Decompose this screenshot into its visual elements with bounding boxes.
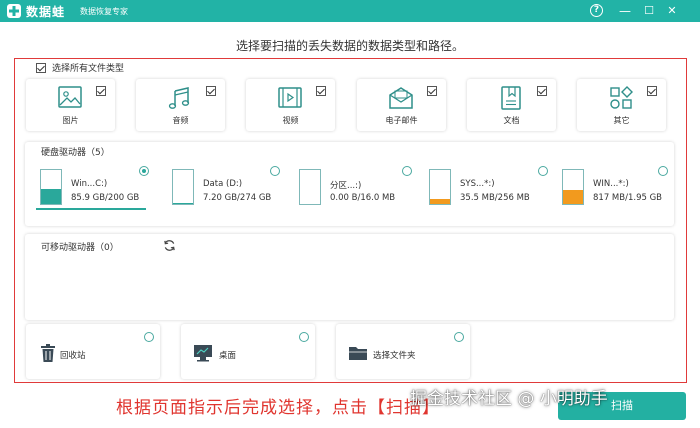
select-all-row[interactable]: 选择所有文件类型 — [36, 61, 124, 74]
removable-drive-section — [25, 234, 674, 320]
instruction-caption: 根据页面指示后完成选择，点击【扫描】 — [116, 398, 440, 418]
type-label-image: 图片 — [62, 116, 79, 125]
type-card-email[interactable]: 电子邮件 — [357, 79, 446, 131]
music-icon — [168, 87, 190, 109]
drive-partition-radio[interactable] — [402, 166, 412, 176]
drive-d-radio[interactable] — [270, 166, 280, 176]
type-checkbox-audio[interactable] — [206, 86, 216, 96]
select-all-label: 选择所有文件类型 — [52, 64, 125, 74]
document-icon — [501, 86, 521, 110]
drive-size: 85.9 GB/200 GB — [71, 193, 140, 203]
type-label-email: 电子邮件 — [385, 116, 418, 125]
location-label: 桌面 — [219, 351, 237, 361]
drive-d-icon — [172, 169, 194, 205]
type-card-image[interactable]: 图片 — [26, 79, 115, 131]
type-label-document: 文档 — [503, 116, 520, 125]
location-select-folder[interactable]: 选择文件夹 — [336, 324, 470, 379]
type-card-video[interactable]: 视频 — [246, 79, 335, 131]
page-instruction: 选择要扫描的丢失数据的数据类型和路径。 — [235, 39, 464, 53]
drive-item-sys[interactable]: SYS...*:) 35.5 MB/256 MB — [425, 167, 555, 211]
type-card-document[interactable]: 文档 — [467, 79, 556, 131]
type-checkbox-email[interactable] — [427, 86, 437, 96]
type-checkbox-video[interactable] — [316, 86, 326, 96]
drive-name: WIN...*:) — [593, 179, 629, 189]
minimize-button[interactable]: — — [617, 3, 633, 19]
hard-drive-title: 硬盘驱动器（5） — [41, 148, 110, 158]
drive-size: 0.00 B/16.0 MB — [330, 193, 396, 203]
watermark: 掘金技术社区 @ 小明助手 — [410, 389, 608, 409]
drive-c-icon — [40, 169, 62, 205]
drive-size: 35.5 MB/256 MB — [460, 193, 530, 203]
drive-name: Win...C:) — [71, 179, 108, 189]
drive-name: SYS...*:) — [460, 179, 495, 189]
drive-win-radio[interactable] — [658, 166, 668, 176]
select-folder-radio[interactable] — [454, 332, 464, 342]
drive-name: Data (D:) — [203, 179, 243, 189]
type-label-other: 其它 — [613, 116, 630, 125]
drive-c-radio[interactable] — [139, 166, 149, 176]
close-button[interactable]: ✕ — [664, 3, 680, 19]
select-all-checkbox[interactable] — [36, 62, 46, 73]
video-icon — [278, 87, 302, 108]
desktop-icon — [194, 345, 212, 362]
type-card-other[interactable]: 其它 — [577, 79, 666, 131]
type-checkbox-other[interactable] — [647, 86, 657, 96]
other-icon — [610, 86, 633, 109]
location-label: 回收站 — [60, 351, 86, 361]
drive-item-win[interactable]: WIN...*:) 817 MB/1.95 GB — [558, 167, 688, 211]
type-checkbox-document[interactable] — [537, 86, 547, 96]
title-bar: 数据蛙 数据恢复专家 ? — ☐ ✕ — [0, 0, 700, 22]
type-label-audio: 音频 — [172, 116, 189, 125]
location-label: 选择文件夹 — [373, 351, 416, 361]
drive-selected-underline — [36, 208, 146, 210]
desktop-radio[interactable] — [299, 332, 309, 342]
app-brand: 数据蛙 — [26, 5, 66, 19]
drive-size: 7.20 GB/274 GB — [203, 193, 272, 203]
refresh-icon[interactable] — [163, 239, 176, 252]
trash-icon — [41, 344, 55, 362]
type-checkbox-image[interactable] — [96, 86, 106, 96]
location-desktop[interactable]: 桌面 — [181, 324, 315, 379]
help-button[interactable]: ? — [590, 4, 603, 17]
mail-icon — [389, 87, 413, 109]
location-recycle-bin[interactable]: 回收站 — [26, 324, 160, 379]
maximize-button[interactable]: ☐ — [641, 3, 657, 19]
drive-sys-icon — [429, 169, 451, 205]
app-logo-icon — [7, 4, 21, 18]
removable-drive-title: 可移动驱动器（0） — [41, 243, 119, 253]
drive-partition-icon — [299, 169, 321, 205]
drive-win-icon — [562, 169, 584, 205]
recycle-bin-radio[interactable] — [144, 332, 154, 342]
drive-sys-radio[interactable] — [538, 166, 548, 176]
drive-name: 分区...:) — [330, 181, 362, 191]
drive-size: 817 MB/1.95 GB — [593, 193, 663, 203]
app-subtitle: 数据恢复专家 — [80, 7, 128, 16]
image-icon — [58, 86, 82, 108]
folder-icon — [349, 347, 367, 360]
type-label-video: 视频 — [282, 116, 299, 125]
type-card-audio[interactable]: 音频 — [136, 79, 225, 131]
